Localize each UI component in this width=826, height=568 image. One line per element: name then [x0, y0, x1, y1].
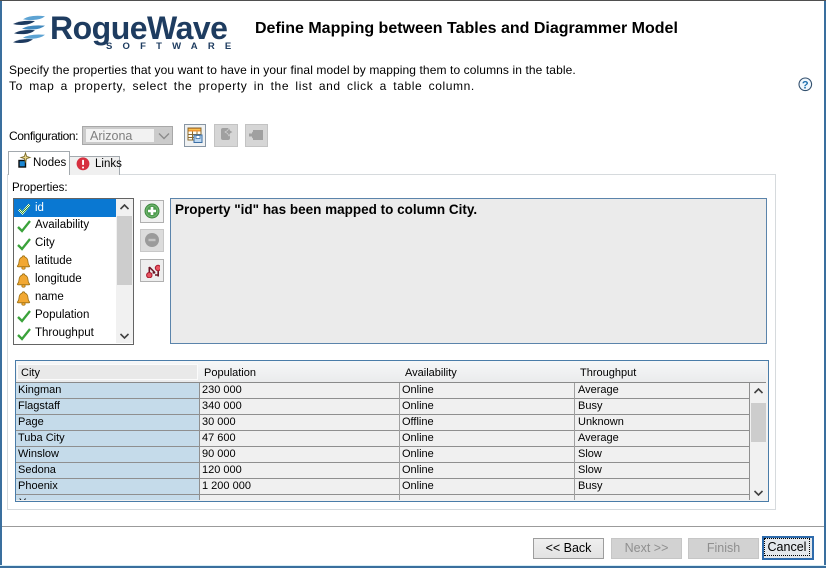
svg-text:?: ? — [802, 79, 809, 91]
